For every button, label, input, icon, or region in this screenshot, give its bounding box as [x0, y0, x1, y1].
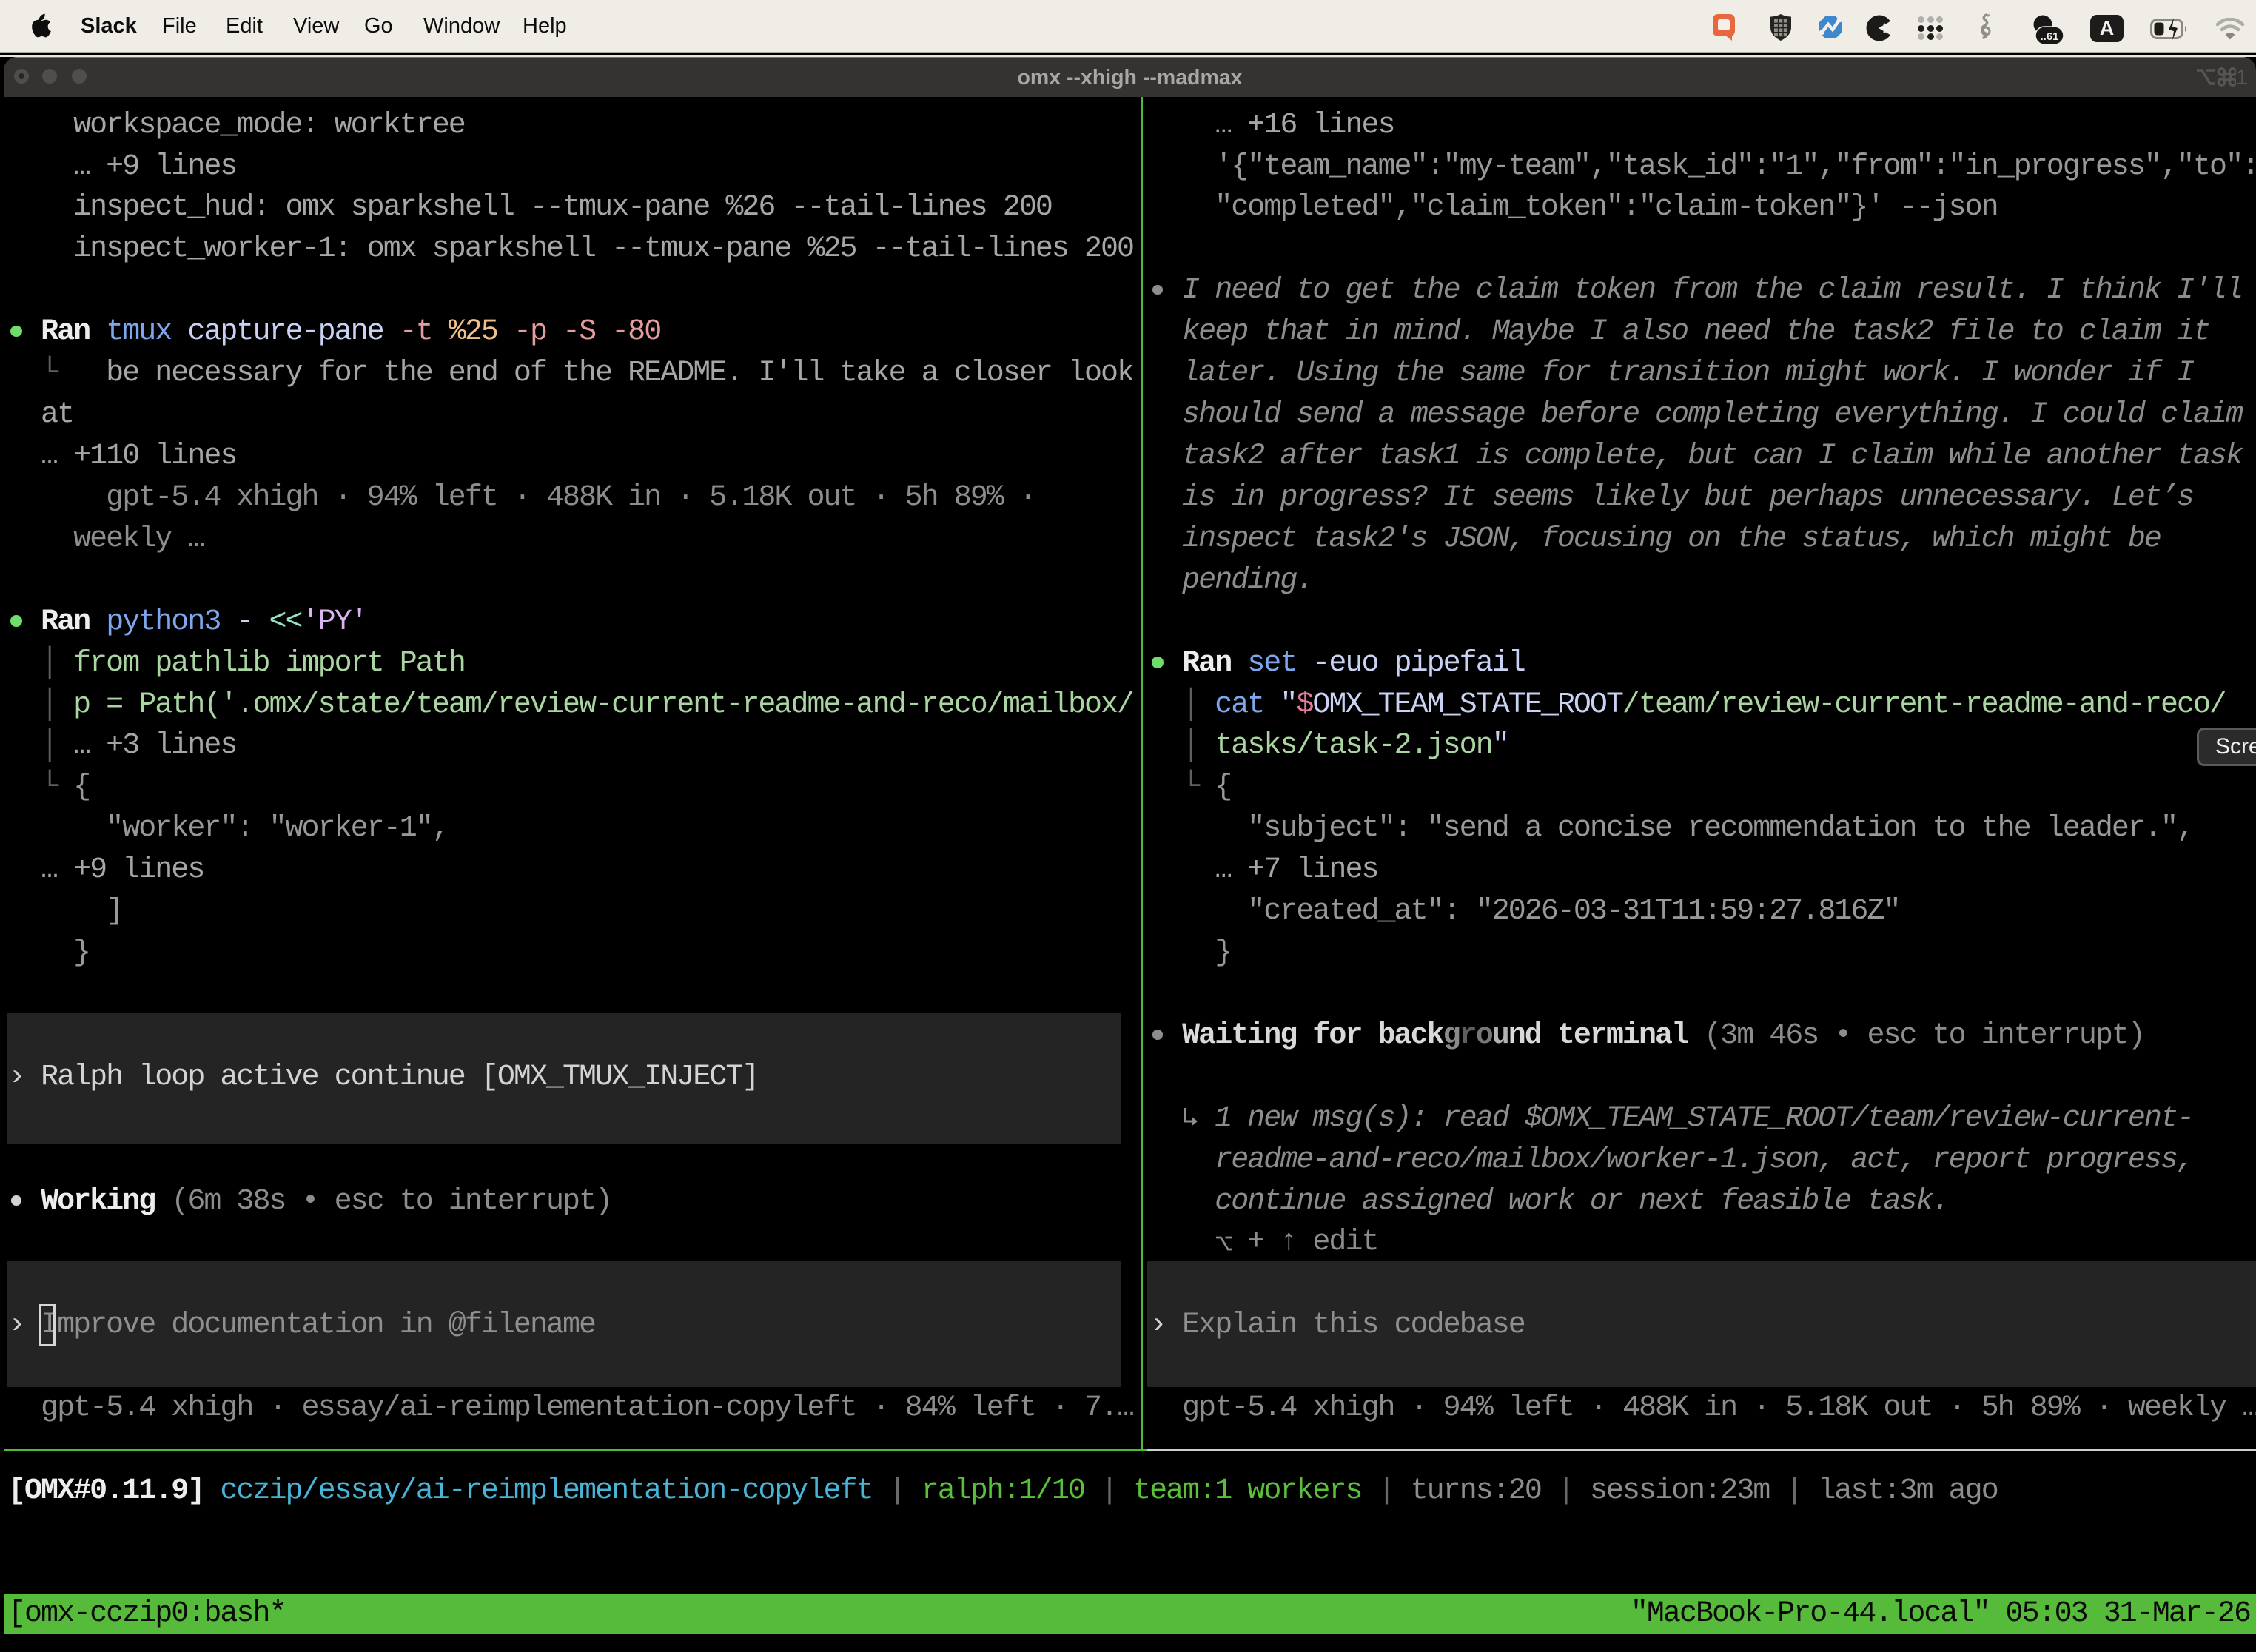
svg-text:..61: ..61: [2040, 30, 2058, 43]
